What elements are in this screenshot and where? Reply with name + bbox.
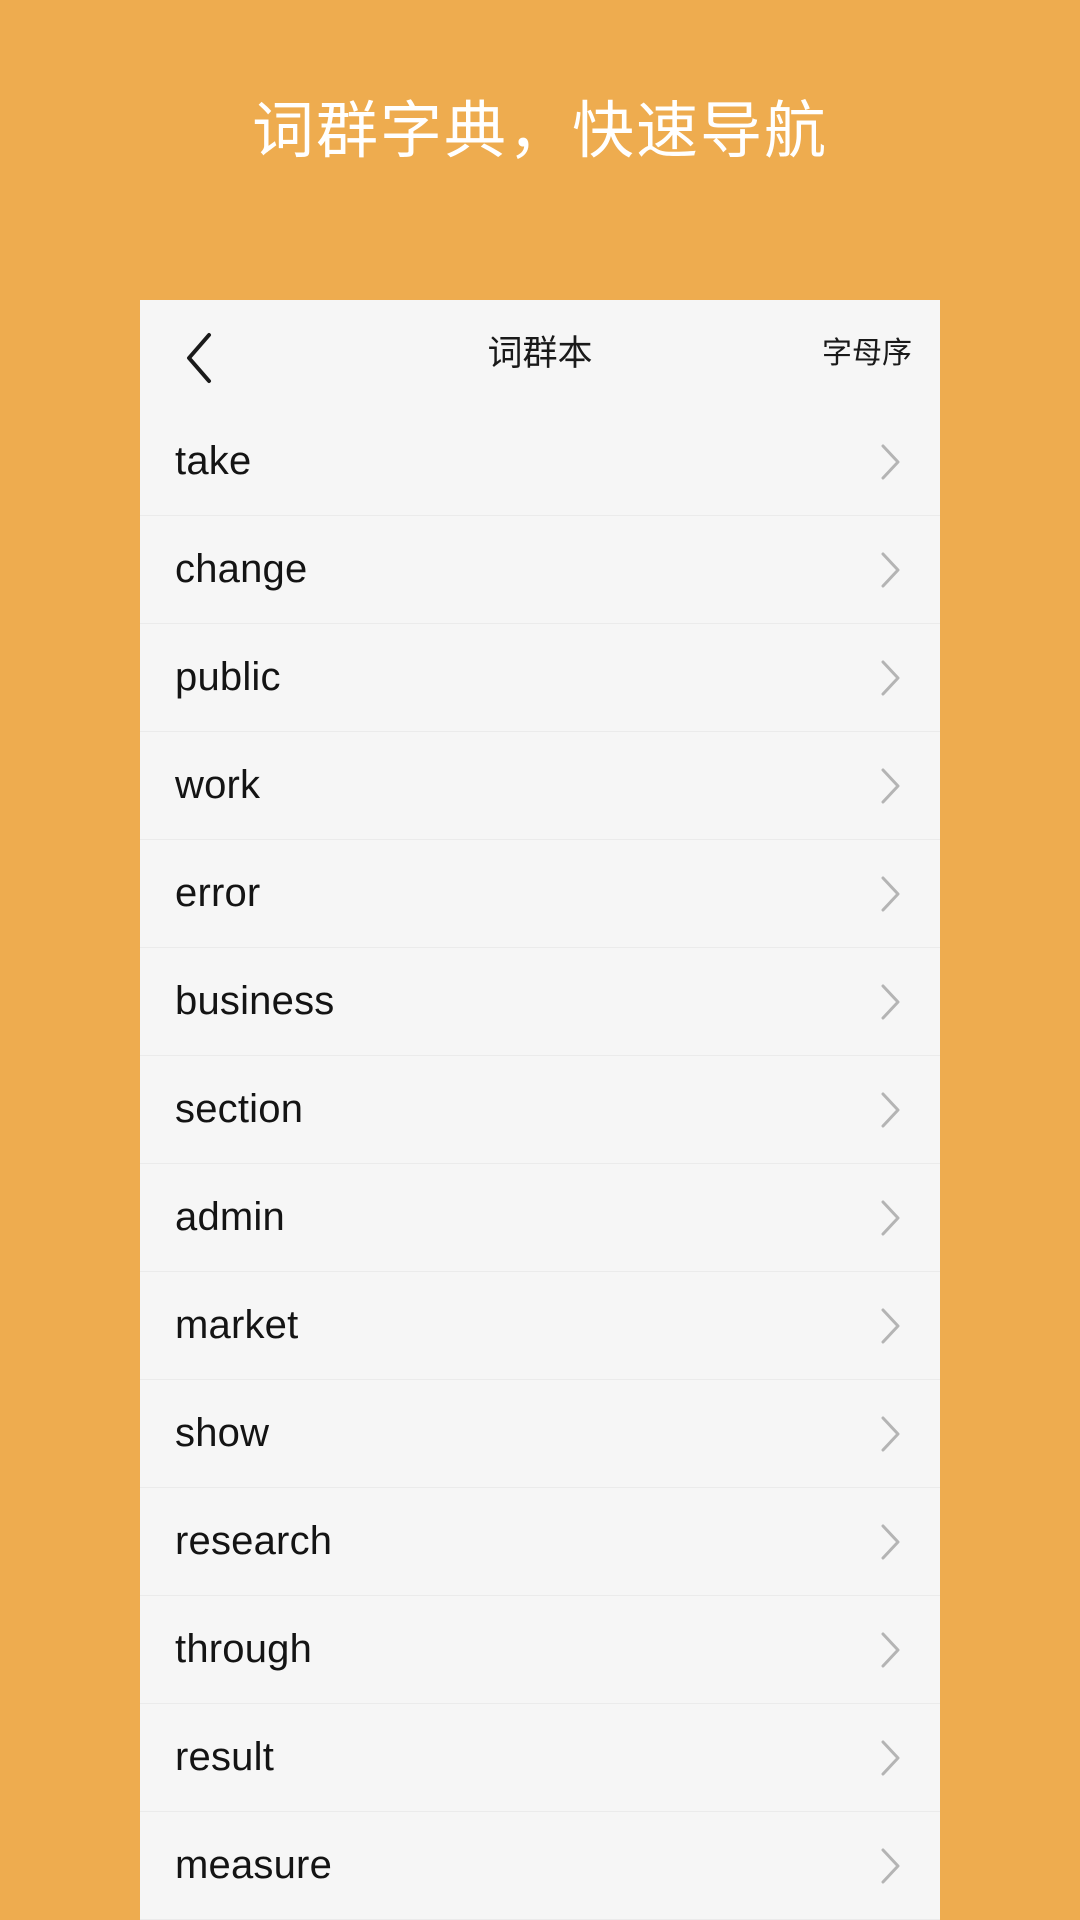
list-item-label: section — [175, 1087, 304, 1131]
chevron-right-icon — [880, 1704, 902, 1811]
list-item-label: work — [175, 763, 261, 807]
chevron-right-icon — [880, 840, 902, 947]
list-item-label: through — [175, 1627, 313, 1671]
list-item[interactable]: measure — [140, 1812, 940, 1920]
app-navbar: 词群本 字母序 — [140, 300, 940, 408]
list-item[interactable]: public — [140, 624, 940, 732]
list-item[interactable]: show — [140, 1380, 940, 1488]
chevron-right-icon — [880, 1380, 902, 1487]
list-item[interactable]: result — [140, 1704, 940, 1812]
page-title: 词群本 — [487, 334, 593, 373]
list-item-label: error — [175, 871, 261, 915]
list-item[interactable]: change — [140, 516, 940, 624]
list-item[interactable]: through — [140, 1596, 940, 1704]
chevron-right-icon — [880, 624, 902, 731]
list-item-label: change — [175, 547, 308, 591]
chevron-right-icon — [880, 516, 902, 623]
list-item-label: market — [175, 1303, 299, 1347]
list-item[interactable]: work — [140, 732, 940, 840]
list-item-label: business — [175, 979, 335, 1023]
chevron-right-icon — [880, 1596, 902, 1703]
chevron-right-icon — [880, 1812, 902, 1919]
list-item[interactable]: take — [140, 408, 940, 516]
list-item-label: show — [175, 1411, 270, 1455]
chevron-right-icon — [880, 732, 902, 839]
chevron-left-icon — [184, 332, 214, 384]
list-item-label: public — [175, 655, 281, 699]
list-item-label: measure — [175, 1843, 333, 1887]
list-item-label: result — [175, 1735, 275, 1779]
chevron-right-icon — [880, 948, 902, 1055]
chevron-right-icon — [880, 1056, 902, 1163]
chevron-right-icon — [880, 408, 902, 515]
word-group-list: take change public work error business s… — [140, 408, 940, 1920]
chevron-right-icon — [880, 1164, 902, 1271]
list-item[interactable]: market — [140, 1272, 940, 1380]
phone-app-card: 词群本 字母序 take change public work error bu… — [140, 300, 940, 1920]
chevron-right-icon — [880, 1488, 902, 1595]
list-item[interactable]: error — [140, 840, 940, 948]
list-item[interactable]: section — [140, 1056, 940, 1164]
list-item-label: research — [175, 1519, 333, 1563]
chevron-right-icon — [880, 1272, 902, 1379]
list-item[interactable]: business — [140, 948, 940, 1056]
list-item[interactable]: admin — [140, 1164, 940, 1272]
promo-screen: 词群字典，快速导航 词群本 字母序 take change public wor… — [0, 0, 1080, 1920]
sort-alphabetical-button[interactable]: 字母序 — [822, 300, 912, 408]
list-item-label: admin — [175, 1195, 285, 1239]
list-item[interactable]: research — [140, 1488, 940, 1596]
back-button[interactable] — [164, 326, 234, 390]
list-item-label: take — [175, 439, 252, 483]
promo-headline: 词群字典，快速导航 — [251, 97, 828, 166]
